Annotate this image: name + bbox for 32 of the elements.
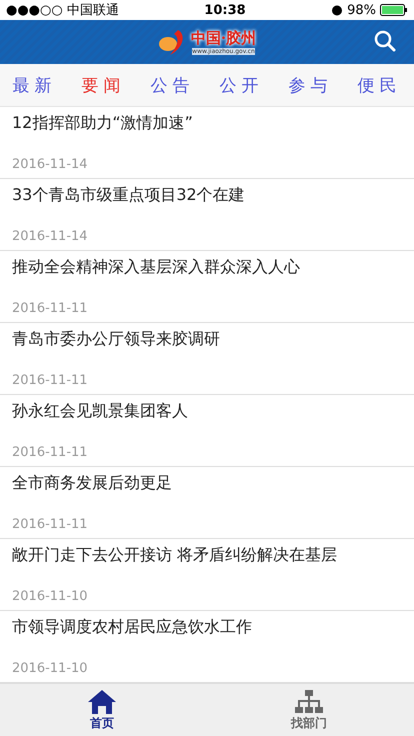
article-title[interactable]: 青岛市委办公厅领导来胶调研 xyxy=(12,329,402,350)
article-title[interactable]: 全市商务发展后劲更足 xyxy=(12,473,402,494)
category-tab[interactable]: 公告 xyxy=(150,74,194,96)
category-tab[interactable]: 最新 xyxy=(12,74,56,96)
article-title[interactable]: 12指挥部助力“激情加速” xyxy=(12,113,402,134)
nav-tab[interactable]: 首页 xyxy=(87,688,117,732)
article-date: 2016-11-11 xyxy=(12,373,89,388)
article-date: 2016-11-14 xyxy=(12,229,89,244)
article-title[interactable]: 33个青岛市级重点项目32个在建 xyxy=(12,185,402,206)
category-tab[interactable]: 参与 xyxy=(288,74,332,96)
article-title[interactable]: 敞开门走下去公开接访 将矛盾纠纷解决在基层 xyxy=(12,545,402,566)
search-icon[interactable] xyxy=(374,30,396,52)
category-tab[interactable]: 便民 xyxy=(358,74,402,96)
home-icon xyxy=(87,688,117,714)
battery-icon xyxy=(380,4,408,16)
logo-title: 中国·胶州 xyxy=(190,29,256,48)
battery-percent: 98% xyxy=(347,2,376,18)
category-tab[interactable]: 要闻 xyxy=(82,74,126,96)
article-date: 2016-11-11 xyxy=(12,517,89,532)
article-date: 2016-11-10 xyxy=(12,661,89,676)
nav-tab[interactable]: 找部门 xyxy=(291,688,327,732)
time-text: 10:38 xyxy=(204,2,246,18)
article-title[interactable]: 推动全会精神深入基层深入群众深入人心 xyxy=(12,257,402,278)
article-title[interactable]: 市领导调度农村居民应急饮水工作 xyxy=(12,617,402,638)
category-tab[interactable]: 公开 xyxy=(220,74,264,96)
article-date: 2016-11-10 xyxy=(12,589,89,604)
article-date: 2016-11-11 xyxy=(12,301,89,316)
article-date: 2016-11-14 xyxy=(12,157,89,172)
carrier-text: ●●●○○ 中国联通 xyxy=(6,2,119,19)
org-chart-icon xyxy=(294,688,324,714)
article-date: 2016-11-11 xyxy=(12,445,89,460)
article-title[interactable]: 孙永红会见凯景集团客人 xyxy=(12,401,402,422)
